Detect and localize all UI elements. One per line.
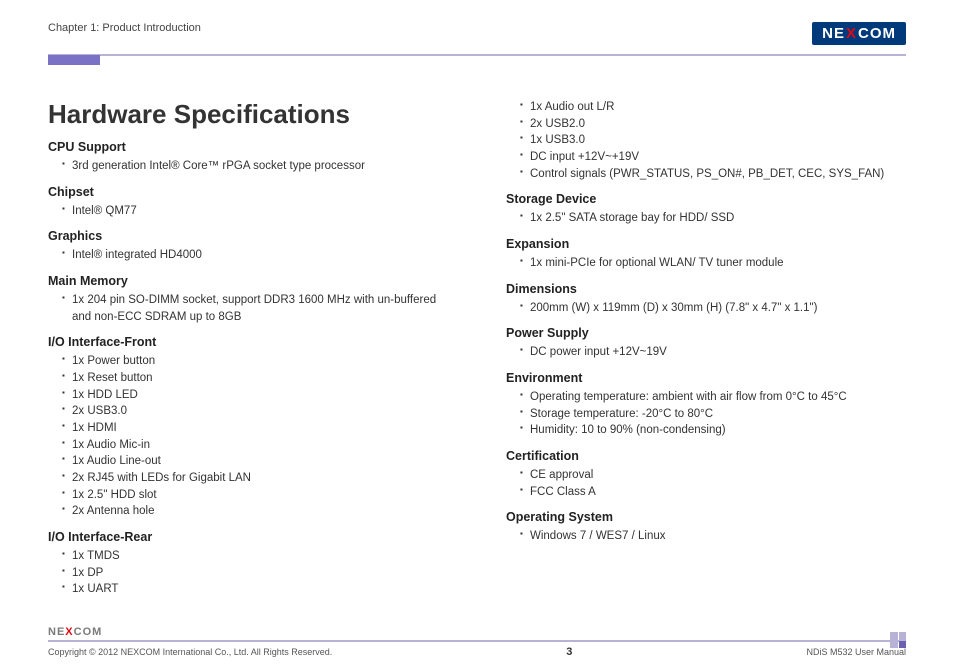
spec-item: Control signals (PWR_STATUS, PS_ON#, PB_… bbox=[520, 166, 906, 183]
copyright-text: Copyright © 2012 NEXCOM International Co… bbox=[48, 647, 332, 657]
section-heading: Environment bbox=[506, 371, 906, 385]
chapter-label: Chapter 1: Product Introduction bbox=[48, 22, 201, 34]
spec-section: Certification CE approvalFCC Class A bbox=[506, 449, 906, 500]
spec-item: 1x HDD LED bbox=[62, 387, 448, 404]
io-rear-continued-list: 1x Audio out L/R2x USB2.01x USB3.0DC inp… bbox=[506, 99, 906, 182]
section-heading: Storage Device bbox=[506, 192, 906, 206]
spec-list: Windows 7 / WES7 / Linux bbox=[506, 528, 906, 545]
spec-section: Storage Device 1x 2.5" SATA storage bay f… bbox=[506, 192, 906, 227]
spec-list: CE approvalFCC Class A bbox=[506, 467, 906, 500]
section-heading: Chipset bbox=[48, 185, 448, 199]
spec-list: 1x Power button1x Reset button1x HDD LED… bbox=[48, 353, 448, 520]
spec-section: Chipset Intel® QM77 bbox=[48, 185, 448, 220]
spec-list: Intel® integrated HD4000 bbox=[48, 247, 448, 264]
logo-text-x: X bbox=[846, 25, 857, 42]
tab-mark-icon bbox=[48, 55, 100, 65]
logo: NEXCOM bbox=[812, 22, 906, 45]
spec-list: Intel® QM77 bbox=[48, 203, 448, 220]
spec-list: 1x 204 pin SO-DIMM socket, support DDR3 … bbox=[48, 292, 448, 325]
spec-item: 3rd generation Intel® Core™ rPGA socket … bbox=[62, 158, 448, 175]
footer-squares-icon bbox=[890, 632, 906, 648]
spec-item: DC power input +12V~19V bbox=[520, 344, 906, 361]
spec-item: Humidity: 10 to 90% (non-condensing) bbox=[520, 422, 906, 439]
spec-list: 1x TMDS1x DP1x UART bbox=[48, 548, 448, 598]
spec-section: Main Memory 1x 204 pin SO-DIMM socket, su… bbox=[48, 274, 448, 325]
spec-item: Storage temperature: -20°C to 80°C bbox=[520, 406, 906, 423]
spec-item: 1x Power button bbox=[62, 353, 448, 370]
spec-list: 1x 2.5" SATA storage bay for HDD/ SSD bbox=[506, 210, 906, 227]
footer-logo: NEXCOM bbox=[48, 626, 102, 638]
spec-section: Environment Operating temperature: ambien… bbox=[506, 371, 906, 439]
section-heading: I/O Interface-Front bbox=[48, 335, 448, 349]
logo-text-left: NE bbox=[822, 25, 845, 42]
section-heading: I/O Interface-Rear bbox=[48, 530, 448, 544]
spec-item: Operating temperature: ambient with air … bbox=[520, 389, 906, 406]
section-heading: Power Supply bbox=[506, 326, 906, 340]
manual-name: NDiS M532 User Manual bbox=[806, 647, 906, 657]
spec-section: CPU Support 3rd generation Intel® Core™ r… bbox=[48, 140, 448, 175]
spec-item: DC input +12V~+19V bbox=[520, 149, 906, 166]
spec-item: Intel® QM77 bbox=[62, 203, 448, 220]
spec-list: DC power input +12V~19V bbox=[506, 344, 906, 361]
spec-list: Operating temperature: ambient with air … bbox=[506, 389, 906, 439]
page-number: 3 bbox=[566, 646, 572, 658]
section-heading: Main Memory bbox=[48, 274, 448, 288]
spec-section: Operating System Windows 7 / WES7 / Linux bbox=[506, 510, 906, 545]
section-heading: Operating System bbox=[506, 510, 906, 524]
footer: NEXCOM Copyright © 2012 NEXCOM Internati… bbox=[48, 622, 906, 658]
spec-item: 1x 204 pin SO-DIMM socket, support DDR3 … bbox=[62, 292, 448, 325]
spec-item: 1x DP bbox=[62, 565, 448, 582]
spec-item: 1x 2.5" HDD slot bbox=[62, 487, 448, 504]
spec-section: I/O Interface-Rear 1x TMDS1x DP1x UART bbox=[48, 530, 448, 598]
spec-list: 1x mini-PCIe for optional WLAN/ TV tuner… bbox=[506, 255, 906, 272]
logo-text-right: COM bbox=[858, 25, 896, 42]
spec-item: 200mm (W) x 119mm (D) x 30mm (H) (7.8" x… bbox=[520, 300, 906, 317]
page-title: Hardware Specifications bbox=[48, 99, 448, 130]
spec-section: Graphics Intel® integrated HD4000 bbox=[48, 229, 448, 264]
spec-item: FCC Class A bbox=[520, 484, 906, 501]
spec-item: 2x RJ45 with LEDs for Gigabit LAN bbox=[62, 470, 448, 487]
right-column: 1x Audio out L/R2x USB2.01x USB3.0DC inp… bbox=[506, 99, 906, 602]
spec-item: Windows 7 / WES7 / Linux bbox=[520, 528, 906, 545]
spec-item: 1x TMDS bbox=[62, 548, 448, 565]
spec-item: 1x Audio out L/R bbox=[520, 99, 906, 116]
spec-item: 1x UART bbox=[62, 581, 448, 598]
spec-list: 3rd generation Intel® Core™ rPGA socket … bbox=[48, 158, 448, 175]
section-heading: Certification bbox=[506, 449, 906, 463]
spec-section: Dimensions 200mm (W) x 119mm (D) x 30mm (… bbox=[506, 282, 906, 317]
section-heading: Graphics bbox=[48, 229, 448, 243]
spec-item: 1x Reset button bbox=[62, 370, 448, 387]
spec-item: 2x Antenna hole bbox=[62, 503, 448, 520]
spec-item: 2x USB2.0 bbox=[520, 116, 906, 133]
spec-list: 200mm (W) x 119mm (D) x 30mm (H) (7.8" x… bbox=[506, 300, 906, 317]
spec-section: Power Supply DC power input +12V~19V bbox=[506, 326, 906, 361]
section-heading: Expansion bbox=[506, 237, 906, 251]
spec-item: 1x 2.5" SATA storage bay for HDD/ SSD bbox=[520, 210, 906, 227]
spec-item: Intel® integrated HD4000 bbox=[62, 247, 448, 264]
spec-item: 2x USB3.0 bbox=[62, 403, 448, 420]
section-heading: CPU Support bbox=[48, 140, 448, 154]
spec-item: 1x HDMI bbox=[62, 420, 448, 437]
spec-item: 1x USB3.0 bbox=[520, 132, 906, 149]
spec-item: 1x Audio Line-out bbox=[62, 453, 448, 470]
spec-item: CE approval bbox=[520, 467, 906, 484]
footer-rule bbox=[48, 640, 906, 642]
spec-section: I/O Interface-Front 1x Power button1x Res… bbox=[48, 335, 448, 520]
header-rule bbox=[48, 54, 906, 56]
spec-item: 1x Audio Mic-in bbox=[62, 437, 448, 454]
section-heading: Dimensions bbox=[506, 282, 906, 296]
left-column: Hardware Specifications CPU Support 3rd g… bbox=[48, 99, 448, 602]
spec-item: 1x mini-PCIe for optional WLAN/ TV tuner… bbox=[520, 255, 906, 272]
spec-section: Expansion 1x mini-PCIe for optional WLAN/… bbox=[506, 237, 906, 272]
